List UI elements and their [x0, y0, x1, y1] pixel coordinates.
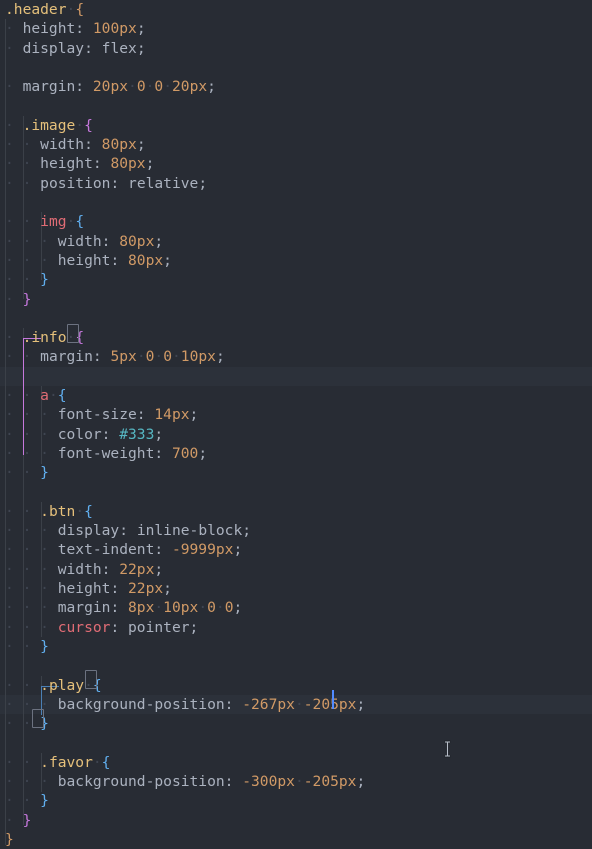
i-beam-glyph [444, 740, 451, 758]
bracket-match-box [85, 670, 97, 689]
code-editor-viewport[interactable]: .header·{· height: 100px; · display: flex… [0, 0, 592, 848]
bracket-match-box [67, 324, 79, 343]
text-caret [332, 690, 334, 710]
i-beam-cursor-icon [443, 740, 452, 758]
editor-overlay-layer [0, 0, 592, 845]
bracket-match-box [32, 709, 44, 728]
